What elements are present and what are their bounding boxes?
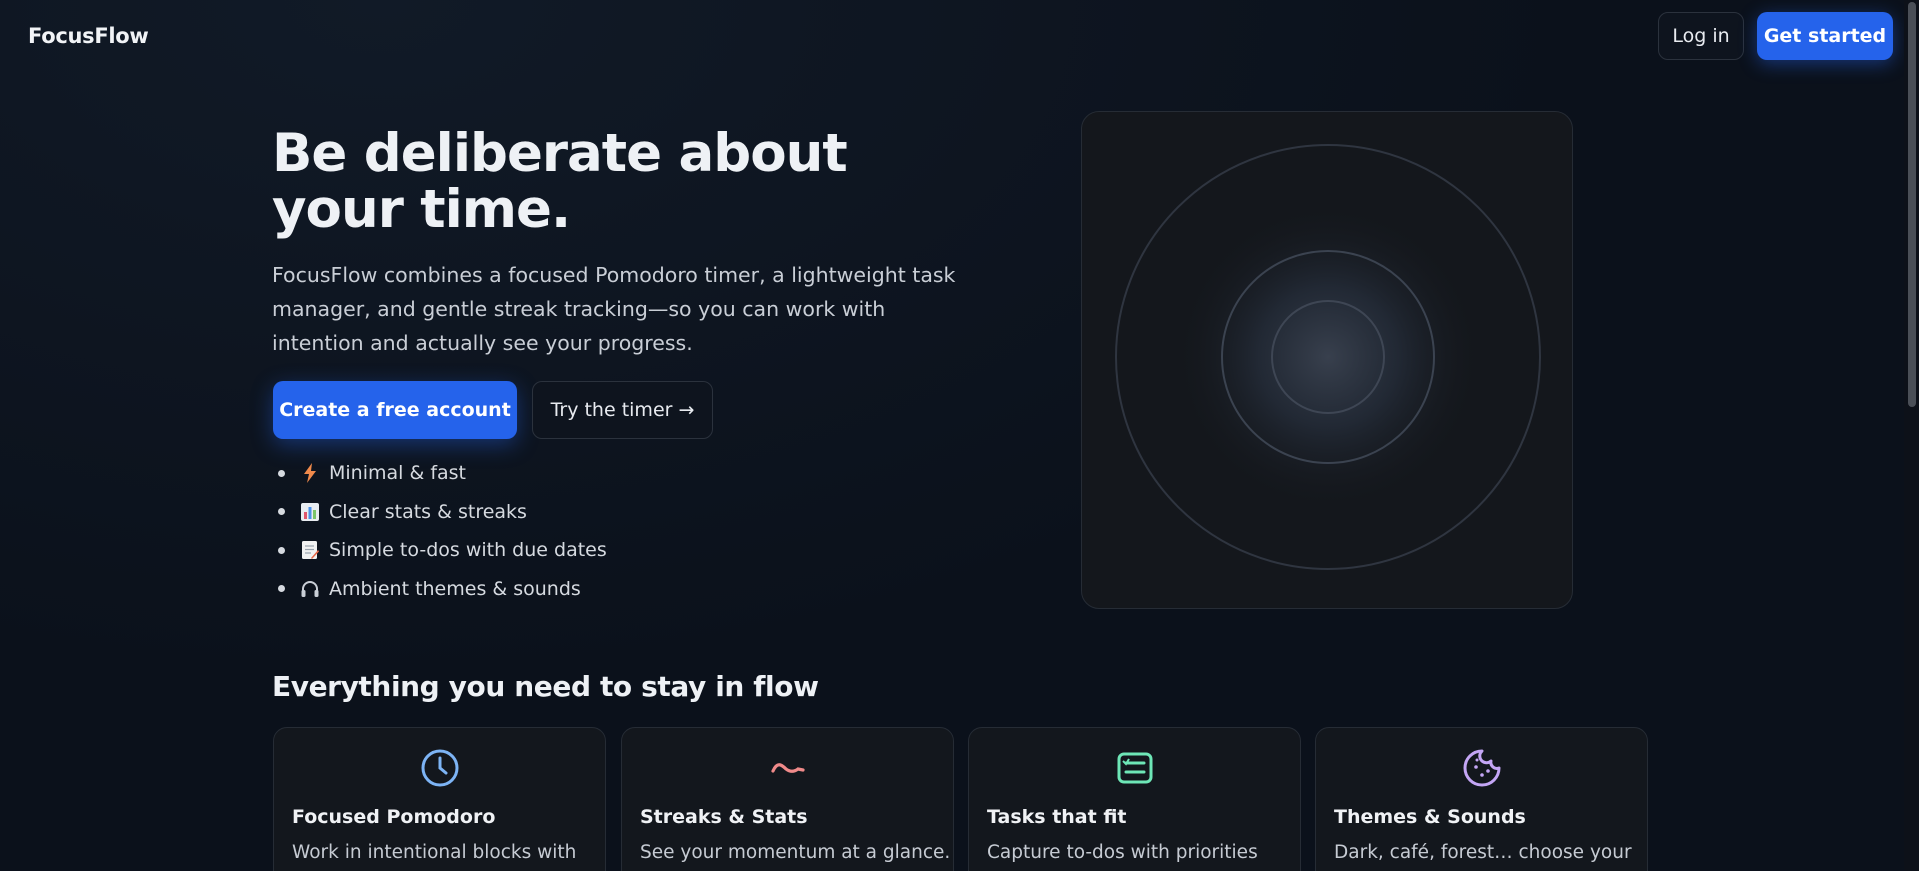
hero-feature-list: Minimal & fast Clear stats & streaks Sim… xyxy=(272,454,607,608)
bullet-icon xyxy=(278,585,285,593)
brand-logo[interactable]: FocusFlow xyxy=(28,24,149,48)
scrollbar-thumb[interactable] xyxy=(1908,2,1916,407)
page: FocusFlow Log in Get started Be delibera… xyxy=(0,0,1904,871)
hero-subtitle: FocusFlow combines a focused Pomodoro ti… xyxy=(272,263,956,355)
cookie-icon xyxy=(1462,748,1502,788)
lightning-icon xyxy=(299,462,321,484)
card-description: Capture to-dos with priorities xyxy=(987,842,1258,863)
card-description: See your momentum at a glance. xyxy=(640,842,951,863)
card-title: Tasks that fit xyxy=(987,806,1127,828)
concentric-rings-graphic xyxy=(1115,144,1541,570)
feature-label: Simple to-dos with due dates xyxy=(329,539,607,562)
feature-label: Clear stats & streaks xyxy=(329,500,527,523)
list-item: Simple to-dos with due dates xyxy=(272,531,607,570)
feature-card-pomodoro: Focused Pomodoro Work in intentional blo… xyxy=(273,727,606,871)
scrollbar[interactable] xyxy=(1904,0,1919,871)
bullet-icon xyxy=(278,546,285,554)
list-item: Ambient themes & sounds xyxy=(272,570,607,609)
try-timer-button[interactable]: Try the timer → xyxy=(532,381,713,439)
hero-title: Be deliberate about your time. xyxy=(272,123,848,240)
bullet-icon xyxy=(278,508,285,516)
card-title: Themes & Sounds xyxy=(1334,806,1526,828)
section-title: Everything you need to stay in flow xyxy=(272,670,819,703)
memo-icon xyxy=(299,539,321,561)
activity-icon xyxy=(768,748,808,788)
login-button[interactable]: Log in xyxy=(1658,12,1744,60)
create-account-button[interactable]: Create a free account xyxy=(273,381,517,439)
card-description: Work in intentional blocks with xyxy=(292,842,577,863)
headphones-icon xyxy=(299,578,321,600)
list-item: Clear stats & streaks xyxy=(272,493,607,532)
feature-label: Ambient themes & sounds xyxy=(329,577,581,600)
feature-card-streaks: Streaks & Stats See your momentum at a g… xyxy=(621,727,954,871)
card-title: Focused Pomodoro xyxy=(292,806,496,828)
bullet-icon xyxy=(278,469,285,477)
card-description: Dark, café, forest… choose your xyxy=(1334,842,1632,863)
get-started-button[interactable]: Get started xyxy=(1757,12,1893,60)
feature-label: Minimal & fast xyxy=(329,462,466,485)
feature-card-themes: Themes & Sounds Dark, café, forest… choo… xyxy=(1315,727,1648,871)
task-list-icon xyxy=(1115,748,1155,788)
list-item: Minimal & fast xyxy=(272,454,607,493)
feature-card-tasks: Tasks that fit Capture to-dos with prior… xyxy=(968,727,1301,871)
timer-visual xyxy=(1081,111,1573,609)
bar-chart-icon xyxy=(299,501,321,523)
card-title: Streaks & Stats xyxy=(640,806,808,828)
clock-icon xyxy=(420,748,460,788)
